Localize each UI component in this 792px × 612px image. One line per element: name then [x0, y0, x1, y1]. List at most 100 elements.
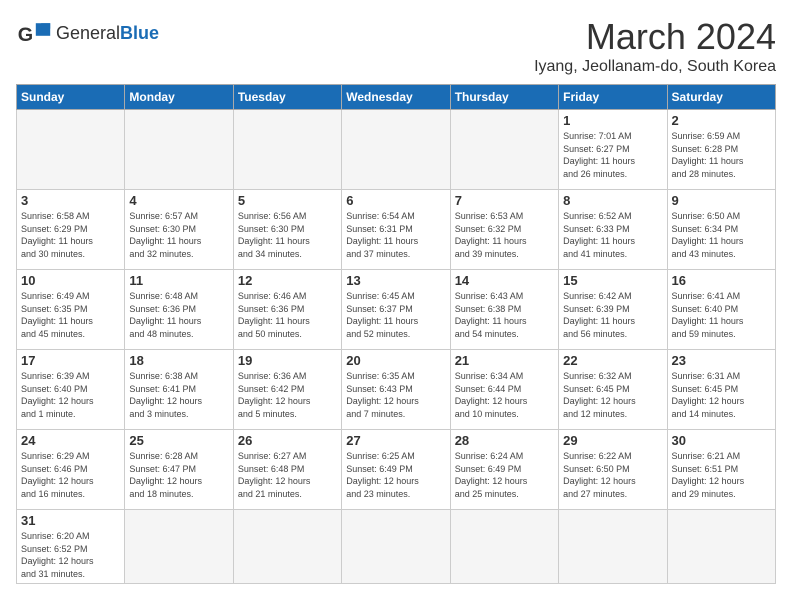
day-info: Sunrise: 6:32 AM Sunset: 6:45 PM Dayligh… [563, 370, 662, 420]
calendar-cell: 25Sunrise: 6:28 AM Sunset: 6:47 PM Dayli… [125, 430, 233, 510]
calendar-cell [17, 110, 125, 190]
day-info: Sunrise: 6:28 AM Sunset: 6:47 PM Dayligh… [129, 450, 228, 500]
day-number: 30 [672, 433, 771, 448]
calendar-cell [125, 110, 233, 190]
calendar-cell: 5 Sunrise: 6:56 AM Sunset: 6:30 PM Daylig… [233, 190, 341, 270]
day-number: 5 [238, 193, 337, 208]
day-number: 14 [455, 273, 554, 288]
day-number: 15 [563, 273, 662, 288]
calendar-cell: 20 Sunrise: 6:35 AM Sunset: 6:43 PM Dayli… [342, 350, 450, 430]
day-number: 22 [563, 353, 662, 368]
day-info: Sunrise: 6:54 AM Sunset: 6:31 PM Dayligh… [346, 210, 445, 260]
calendar-week-2: 10Sunrise: 6:49 AM Sunset: 6:35 PM Dayli… [17, 270, 776, 350]
calendar-cell [233, 110, 341, 190]
day-number: 12 [238, 273, 337, 288]
day-info: Sunrise: 6:57 AM Sunset: 6:30 PM Dayligh… [129, 210, 228, 260]
day-number: 24 [21, 433, 120, 448]
day-number: 6 [346, 193, 445, 208]
calendar-header-row: SundayMondayTuesdayWednesdayThursdayFrid… [17, 85, 776, 110]
month-title: March 2024 [534, 16, 776, 58]
calendar-cell: 7Sunrise: 6:53 AM Sunset: 6:32 PM Daylig… [450, 190, 558, 270]
calendar-cell: 27 Sunrise: 6:25 AM Sunset: 6:49 PM Dayli… [342, 430, 450, 510]
calendar-cell [342, 110, 450, 190]
day-info: Sunrise: 6:21 AM Sunset: 6:51 PM Dayligh… [672, 450, 771, 500]
logo: G GeneralBlue [16, 16, 159, 52]
calendar-cell: 28 Sunrise: 6:24 AM Sunset: 6:49 PM Dayli… [450, 430, 558, 510]
calendar-cell: 17Sunrise: 6:39 AM Sunset: 6:40 PM Dayli… [17, 350, 125, 430]
header-wednesday: Wednesday [342, 85, 450, 110]
header-saturday: Saturday [667, 85, 775, 110]
calendar-cell [125, 510, 233, 584]
calendar-cell: 16Sunrise: 6:41 AM Sunset: 6:40 PM Dayli… [667, 270, 775, 350]
day-info: Sunrise: 6:25 AM Sunset: 6:49 PM Dayligh… [346, 450, 445, 500]
day-info: Sunrise: 6:24 AM Sunset: 6:49 PM Dayligh… [455, 450, 554, 500]
header-monday: Monday [125, 85, 233, 110]
day-info: Sunrise: 6:34 AM Sunset: 6:44 PM Dayligh… [455, 370, 554, 420]
calendar-cell: 23 Sunrise: 6:31 AM Sunset: 6:45 PM Dayli… [667, 350, 775, 430]
day-info: Sunrise: 6:20 AM Sunset: 6:52 PM Dayligh… [21, 530, 120, 580]
day-info: Sunrise: 6:27 AM Sunset: 6:48 PM Dayligh… [238, 450, 337, 500]
calendar-cell: 31 Sunrise: 6:20 AM Sunset: 6:52 PM Dayli… [17, 510, 125, 584]
day-number: 18 [129, 353, 228, 368]
day-number: 28 [455, 433, 554, 448]
calendar-cell [233, 510, 341, 584]
day-info: Sunrise: 6:31 AM Sunset: 6:45 PM Dayligh… [672, 370, 771, 420]
calendar-cell: 26Sunrise: 6:27 AM Sunset: 6:48 PM Dayli… [233, 430, 341, 510]
day-info: Sunrise: 6:50 AM Sunset: 6:34 PM Dayligh… [672, 210, 771, 260]
day-info: Sunrise: 6:53 AM Sunset: 6:32 PM Dayligh… [455, 210, 554, 260]
calendar-cell: 4 Sunrise: 6:57 AM Sunset: 6:30 PM Daylig… [125, 190, 233, 270]
day-info: Sunrise: 6:42 AM Sunset: 6:39 PM Dayligh… [563, 290, 662, 340]
calendar-cell: 13 Sunrise: 6:45 AM Sunset: 6:37 PM Dayli… [342, 270, 450, 350]
calendar-cell: 8Sunrise: 6:52 AM Sunset: 6:33 PM Daylig… [559, 190, 667, 270]
calendar-table: SundayMondayTuesdayWednesdayThursdayFrid… [16, 84, 776, 584]
location-title: Iyang, Jeollanam-do, South Korea [534, 58, 776, 76]
day-info: Sunrise: 6:38 AM Sunset: 6:41 PM Dayligh… [129, 370, 228, 420]
calendar-cell: 6 Sunrise: 6:54 AM Sunset: 6:31 PM Daylig… [342, 190, 450, 270]
day-number: 1 [563, 113, 662, 128]
day-number: 23 [672, 353, 771, 368]
day-info: Sunrise: 6:59 AM Sunset: 6:28 PM Dayligh… [672, 130, 771, 180]
day-number: 27 [346, 433, 445, 448]
title-area: March 2024 Iyang, Jeollanam-do, South Ko… [534, 16, 776, 76]
calendar-cell: 1 Sunrise: 7:01 AM Sunset: 6:27 PM Daylig… [559, 110, 667, 190]
calendar-cell: 12 Sunrise: 6:46 AM Sunset: 6:36 PM Dayli… [233, 270, 341, 350]
calendar-cell: 22 Sunrise: 6:32 AM Sunset: 6:45 PM Dayli… [559, 350, 667, 430]
day-info: Sunrise: 6:56 AM Sunset: 6:30 PM Dayligh… [238, 210, 337, 260]
calendar-cell: 2 Sunrise: 6:59 AM Sunset: 6:28 PM Daylig… [667, 110, 775, 190]
day-number: 20 [346, 353, 445, 368]
day-number: 19 [238, 353, 337, 368]
calendar-cell: 15 Sunrise: 6:42 AM Sunset: 6:39 PM Dayli… [559, 270, 667, 350]
day-info: Sunrise: 6:46 AM Sunset: 6:36 PM Dayligh… [238, 290, 337, 340]
calendar-week-4: 24 Sunrise: 6:29 AM Sunset: 6:46 PM Dayli… [17, 430, 776, 510]
header-tuesday: Tuesday [233, 85, 341, 110]
calendar-cell [450, 110, 558, 190]
day-info: Sunrise: 6:45 AM Sunset: 6:37 PM Dayligh… [346, 290, 445, 340]
calendar-week-3: 17Sunrise: 6:39 AM Sunset: 6:40 PM Dayli… [17, 350, 776, 430]
day-info: Sunrise: 6:41 AM Sunset: 6:40 PM Dayligh… [672, 290, 771, 340]
day-number: 10 [21, 273, 120, 288]
calendar-week-5: 31 Sunrise: 6:20 AM Sunset: 6:52 PM Dayli… [17, 510, 776, 584]
logo-icon: G [16, 16, 52, 52]
calendar-cell: 18 Sunrise: 6:38 AM Sunset: 6:41 PM Dayli… [125, 350, 233, 430]
day-number: 13 [346, 273, 445, 288]
day-number: 21 [455, 353, 554, 368]
header-sunday: Sunday [17, 85, 125, 110]
calendar-week-0: 1 Sunrise: 7:01 AM Sunset: 6:27 PM Daylig… [17, 110, 776, 190]
day-info: Sunrise: 7:01 AM Sunset: 6:27 PM Dayligh… [563, 130, 662, 180]
day-number: 31 [21, 513, 120, 528]
day-info: Sunrise: 6:29 AM Sunset: 6:46 PM Dayligh… [21, 450, 120, 500]
day-number: 29 [563, 433, 662, 448]
calendar-cell [342, 510, 450, 584]
calendar-cell: 21 Sunrise: 6:34 AM Sunset: 6:44 PM Dayli… [450, 350, 558, 430]
day-info: Sunrise: 6:35 AM Sunset: 6:43 PM Dayligh… [346, 370, 445, 420]
day-number: 2 [672, 113, 771, 128]
day-number: 11 [129, 273, 228, 288]
day-info: Sunrise: 6:58 AM Sunset: 6:29 PM Dayligh… [21, 210, 120, 260]
header-friday: Friday [559, 85, 667, 110]
day-number: 4 [129, 193, 228, 208]
header-thursday: Thursday [450, 85, 558, 110]
header: G GeneralBlue March 2024 Iyang, Jeollana… [16, 16, 776, 76]
day-info: Sunrise: 6:22 AM Sunset: 6:50 PM Dayligh… [563, 450, 662, 500]
calendar-cell [450, 510, 558, 584]
logo-text: GeneralBlue [56, 24, 159, 44]
